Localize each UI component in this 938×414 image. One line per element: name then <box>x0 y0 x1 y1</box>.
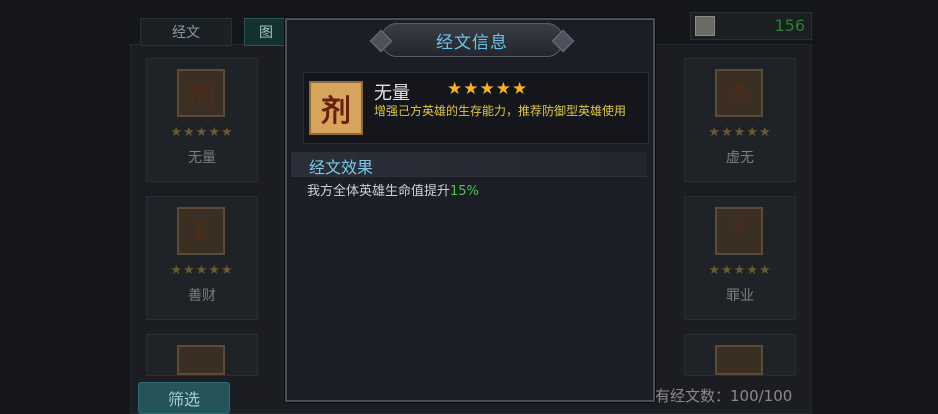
effect-text: 我方全体英雄生命值提升 <box>307 184 451 199</box>
scroll-currency-icon <box>695 16 715 36</box>
tab-scriptures[interactable]: 经文 <box>140 18 232 46</box>
currency-value: 156 <box>774 16 805 35</box>
scripture-card[interactable]: ᗑ ★★★★★ 虚无 <box>684 58 796 182</box>
effect-section-header: 经文效果 <box>291 152 647 177</box>
scripture-scroll-icon: 剂 <box>309 81 363 135</box>
scripture-name: 无量 <box>188 150 216 166</box>
scripture-card[interactable] <box>146 334 258 376</box>
scripture-card[interactable]: £ ★★★★★ 善财 <box>146 196 258 320</box>
scripture-card[interactable]: ᕽ ★★★★★ 罪业 <box>684 196 796 320</box>
scripture-scroll-icon <box>715 345 763 375</box>
scripture-scroll-icon: £ <box>177 207 225 255</box>
star-rating: ★★★★★ <box>708 263 772 278</box>
star-rating: ★★★★★ <box>170 263 234 278</box>
scripture-scroll-icon: 剂 <box>177 69 225 117</box>
star-rating: ★★★★★ <box>170 125 234 140</box>
scripture-name: 虚无 <box>726 150 754 166</box>
modal-title-plate: 经文信息 <box>381 23 563 57</box>
filter-button[interactable]: 筛选 <box>138 382 230 414</box>
scripture-card[interactable]: 剂 ★★★★★ 无量 <box>146 58 258 182</box>
scripture-name: 无量 <box>374 83 410 104</box>
scripture-info-box: 剂 无量 ★★★★★ 增强己方英雄的生存能力，推荐防御型英雄使用 <box>303 72 649 144</box>
tab-label: 经文 <box>172 25 200 41</box>
scripture-description: 增强己方英雄的生存能力，推荐防御型英雄使用 <box>374 104 627 118</box>
tab-illustration[interactable]: 图 <box>244 18 288 46</box>
effect-description: 我方全体英雄生命值提升15% <box>307 180 479 199</box>
effect-value: 15% <box>450 184 479 199</box>
scripture-scroll-icon: ᗑ <box>715 69 763 117</box>
scripture-count: 有经文数：100/100 <box>655 387 793 405</box>
tab-label: 图 <box>259 25 273 41</box>
scripture-info-modal: 经文信息 剂 无量 ★★★★★ 增强己方英雄的生存能力，推荐防御型英雄使用 经文… <box>285 18 655 402</box>
star-rating: ★★★★★ <box>708 125 772 140</box>
scripture-card[interactable] <box>684 334 796 376</box>
scripture-name: 罪业 <box>726 288 754 304</box>
currency-display: 156 <box>690 12 812 40</box>
scripture-scroll-icon <box>177 345 225 375</box>
star-rating: ★★★★★ <box>447 79 529 99</box>
scripture-name: 善财 <box>188 288 216 304</box>
modal-title: 经文信息 <box>436 32 508 53</box>
effect-title: 经文效果 <box>309 158 374 177</box>
scripture-scroll-icon: ᕽ <box>715 207 763 255</box>
